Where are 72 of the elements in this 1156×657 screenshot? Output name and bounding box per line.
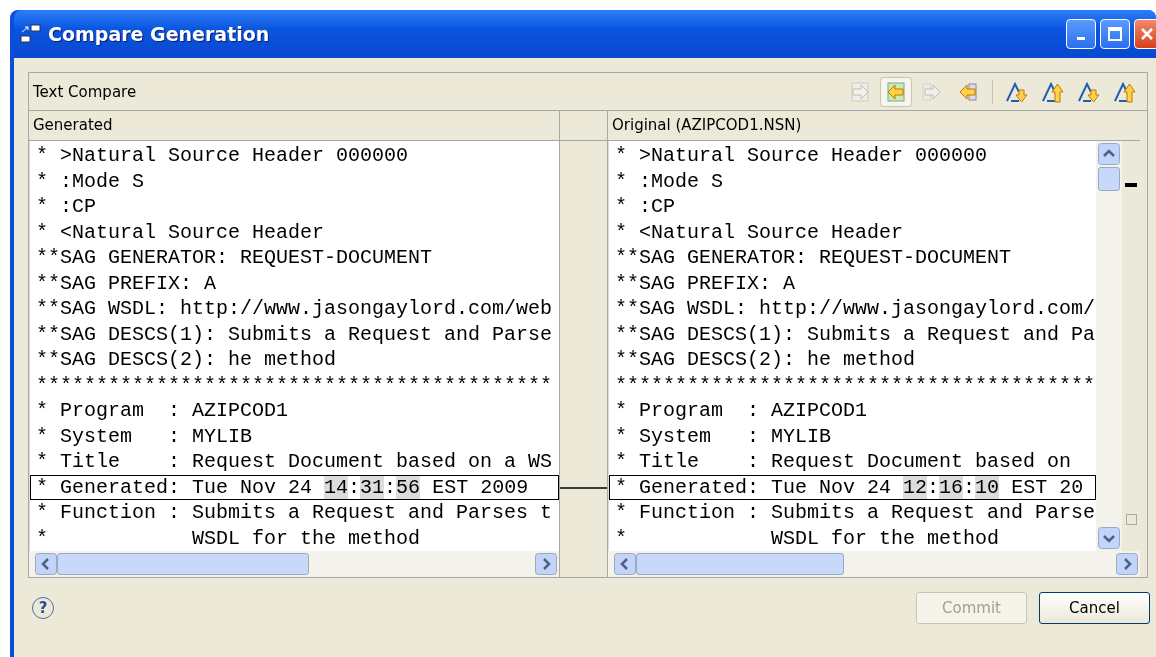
scroll-thumb[interactable]: [636, 553, 844, 575]
code-text: EST 2009: [431, 475, 529, 499]
left-arrow-icon: [957, 80, 979, 103]
compare-windows-icon: [20, 24, 42, 44]
code-text: * Function : Submits a Request and Parses t: [36, 501, 553, 524]
code-text: * Title : Request Document based on: [615, 450, 1072, 473]
changed-text: 12: [903, 475, 928, 499]
minimize-icon: [1077, 37, 1085, 40]
code-text: **SAG DESCS(2): he method: [36, 348, 337, 371]
code-text: * :Mode S: [36, 169, 145, 193]
code-text: * <Natural Source Header: [36, 220, 325, 244]
changed-text: 14: [324, 475, 349, 499]
changed-text: 56: [396, 475, 421, 499]
code-text: * :CP: [36, 195, 96, 218]
scroll-down-icon: [1098, 527, 1120, 549]
code-text: :: [963, 475, 976, 499]
changed-text: 10: [975, 475, 1000, 499]
code-text: * >Natural Source Header 000000: [36, 144, 409, 167]
code-text: **SAG GENERATOR: REQUEST-DOCUMENT: [615, 246, 1012, 269]
code-text: * Program : AZIPCOD1: [615, 399, 868, 422]
close-button[interactable]: [1134, 19, 1156, 49]
scroll-left-icon: [614, 553, 636, 575]
code-text: *******************************************: [36, 373, 553, 397]
code-text: * System : MYLIB: [36, 424, 253, 448]
maximize-button[interactable]: [1100, 19, 1130, 49]
window-title: Compare Generation: [48, 23, 270, 45]
scroll-up-icon: [1098, 143, 1120, 165]
code-text: * WSDL for the method: [36, 526, 421, 550]
connector-line: [560, 487, 607, 490]
horizontal-scrollbar[interactable]: [29, 551, 559, 577]
cancel-button[interactable]: Cancel: [1039, 591, 1150, 624]
close-icon: [1140, 27, 1154, 41]
code-text: **SAG PREFIX: A: [36, 271, 217, 295]
code-text: :: [384, 475, 397, 499]
vertical-scrollbar[interactable]: [1096, 141, 1122, 551]
code-text: **SAG WSDL: http://www.jasongaylord.com/web: [36, 297, 553, 320]
code-editor[interactable]: [608, 141, 1096, 551]
code-text: **SAG PREFIX: A: [615, 271, 796, 295]
code-text: * Program : AZIPCOD1: [36, 399, 289, 422]
changed-text: 31: [360, 475, 385, 499]
scroll-right-icon: [1116, 553, 1138, 575]
code-text: **SAG DESCS(1): Submits a Request and Pa: [615, 322, 1096, 346]
code-text: * <Natural Source Header: [615, 220, 904, 244]
code-text: **SAG WSDL: http://www.jasongaylord.com/: [615, 297, 1096, 320]
code-editor[interactable]: [29, 141, 559, 551]
code-text: * Generated: Tue Nov 24: [36, 475, 314, 499]
code-text: :: [927, 475, 940, 499]
maximize-icon: [1108, 27, 1122, 41]
right-arrow-icon: [921, 80, 943, 103]
scroll-left-icon: [35, 553, 57, 575]
scroll-thumb[interactable]: [57, 553, 309, 575]
horizontal-scrollbar[interactable]: [608, 551, 1140, 577]
code-text: * :CP: [615, 195, 675, 218]
code-text: * Generated: Tue Nov 24: [615, 475, 893, 499]
code-text: * >Natural Source Header 000000: [615, 144, 988, 167]
left-arrow-button[interactable]: [880, 76, 912, 107]
code-text: * :Mode S: [615, 169, 724, 193]
code-text: ****************************************: [615, 373, 1096, 397]
scroll-right-icon: [535, 553, 557, 575]
code-text: * WSDL for the method: [615, 526, 1000, 550]
code-text: **SAG DESCS(1): Submits a Request and Parse: [36, 322, 553, 346]
code-text: * Function : Submits a Request and Parse: [615, 501, 1096, 524]
code-text: :: [348, 475, 361, 499]
changed-text: 16: [939, 475, 964, 499]
code-text: EST 20: [1010, 475, 1084, 499]
scroll-thumb[interactable]: [1098, 167, 1120, 191]
minimize-button[interactable]: [1066, 19, 1096, 49]
code-text: * System : MYLIB: [615, 424, 832, 448]
code-text: * Title : Request Document based on a WS: [36, 450, 553, 473]
code-text: **SAG DESCS(2): he method: [615, 348, 916, 371]
panel-title: Text Compare: [33, 82, 137, 101]
code-text: **SAG GENERATOR: REQUEST-DOCUMENT: [36, 246, 433, 269]
